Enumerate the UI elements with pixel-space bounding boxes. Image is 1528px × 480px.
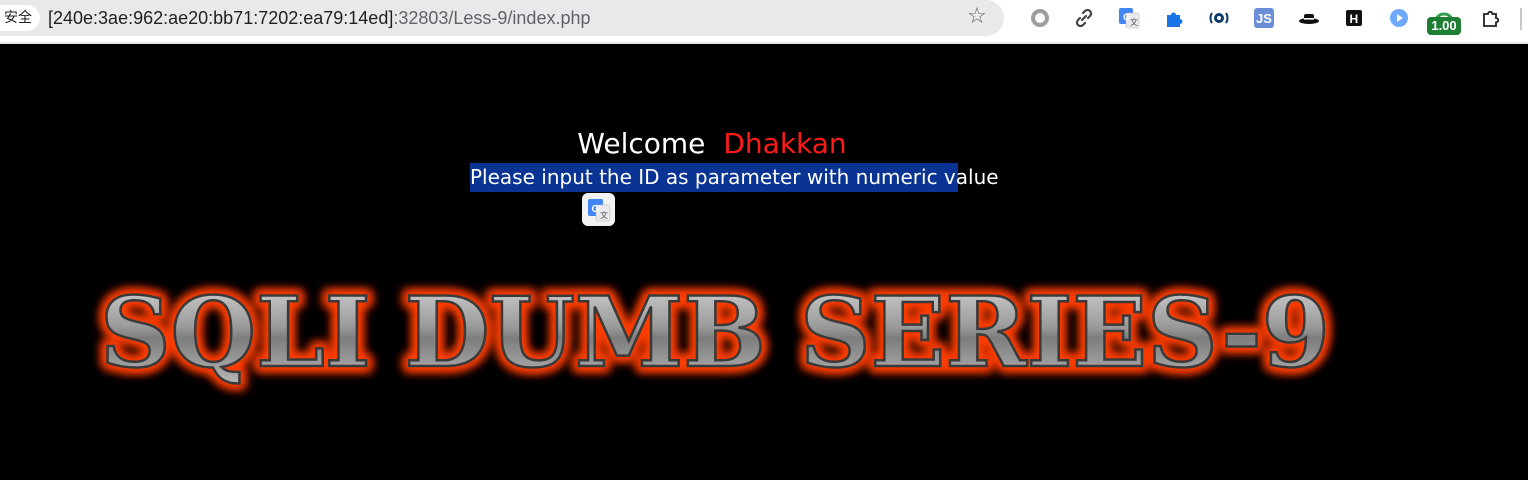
- star-icon[interactable]: ☆: [964, 4, 990, 30]
- svg-text:H: H: [1350, 12, 1359, 26]
- address-bar[interactable]: 安全 [240e:3ae:962:ae20:bb71:7202:ea79:14e…: [0, 0, 1004, 36]
- svg-text:文: 文: [1130, 17, 1138, 27]
- svg-text:文: 文: [600, 210, 608, 220]
- sqli-banner-logo: SQLI DUMB SERIES-9 SQLI DUMB SERIES-9: [95, 271, 1335, 394]
- url-host: [240e:3ae:962:ae20:bb71:7202:ea79:14ed]: [48, 8, 394, 28]
- circle-extension-icon[interactable]: [1028, 6, 1052, 30]
- play-circle-icon[interactable]: [1387, 6, 1411, 30]
- welcome-name: Dhakkan: [723, 127, 847, 160]
- instruction-text: Please input the ID as parameter with nu…: [470, 163, 999, 192]
- url-path: :32803/Less-9/index.php: [393, 8, 591, 28]
- url-text[interactable]: [240e:3ae:962:ae20:bb71:7202:ea79:14ed]:…: [48, 6, 591, 30]
- puzzle-blue-icon[interactable]: [1162, 6, 1186, 30]
- svg-text:G: G: [591, 204, 599, 215]
- speed-badge: 1.00: [1427, 17, 1461, 35]
- toolbar-divider: [1520, 8, 1522, 30]
- h-extension-icon[interactable]: H: [1342, 6, 1366, 30]
- svg-text:JS: JS: [1256, 11, 1272, 26]
- hat-extension-icon[interactable]: [1297, 6, 1321, 30]
- translate-popup-icon[interactable]: G文: [582, 193, 615, 226]
- site-security-chip[interactable]: 安全: [0, 5, 40, 31]
- wave-extension-icon[interactable]: [1207, 6, 1231, 30]
- welcome-label: Welcome: [577, 127, 706, 160]
- banner-text: SQLI DUMB SERIES-9: [100, 276, 1330, 389]
- google-translate-icon[interactable]: G文: [1117, 6, 1141, 30]
- svg-text:G: G: [1123, 12, 1130, 22]
- js-extension-icon[interactable]: JS: [1252, 6, 1276, 30]
- link-extension-icon[interactable]: [1072, 6, 1096, 30]
- welcome-heading: Welcome Dhakkan: [0, 126, 1424, 162]
- browser-toolbar: 安全 [240e:3ae:962:ae20:bb71:7202:ea79:14e…: [0, 0, 1528, 44]
- extensions-puzzle-icon[interactable]: [1478, 6, 1502, 30]
- security-label: 安全: [4, 10, 32, 26]
